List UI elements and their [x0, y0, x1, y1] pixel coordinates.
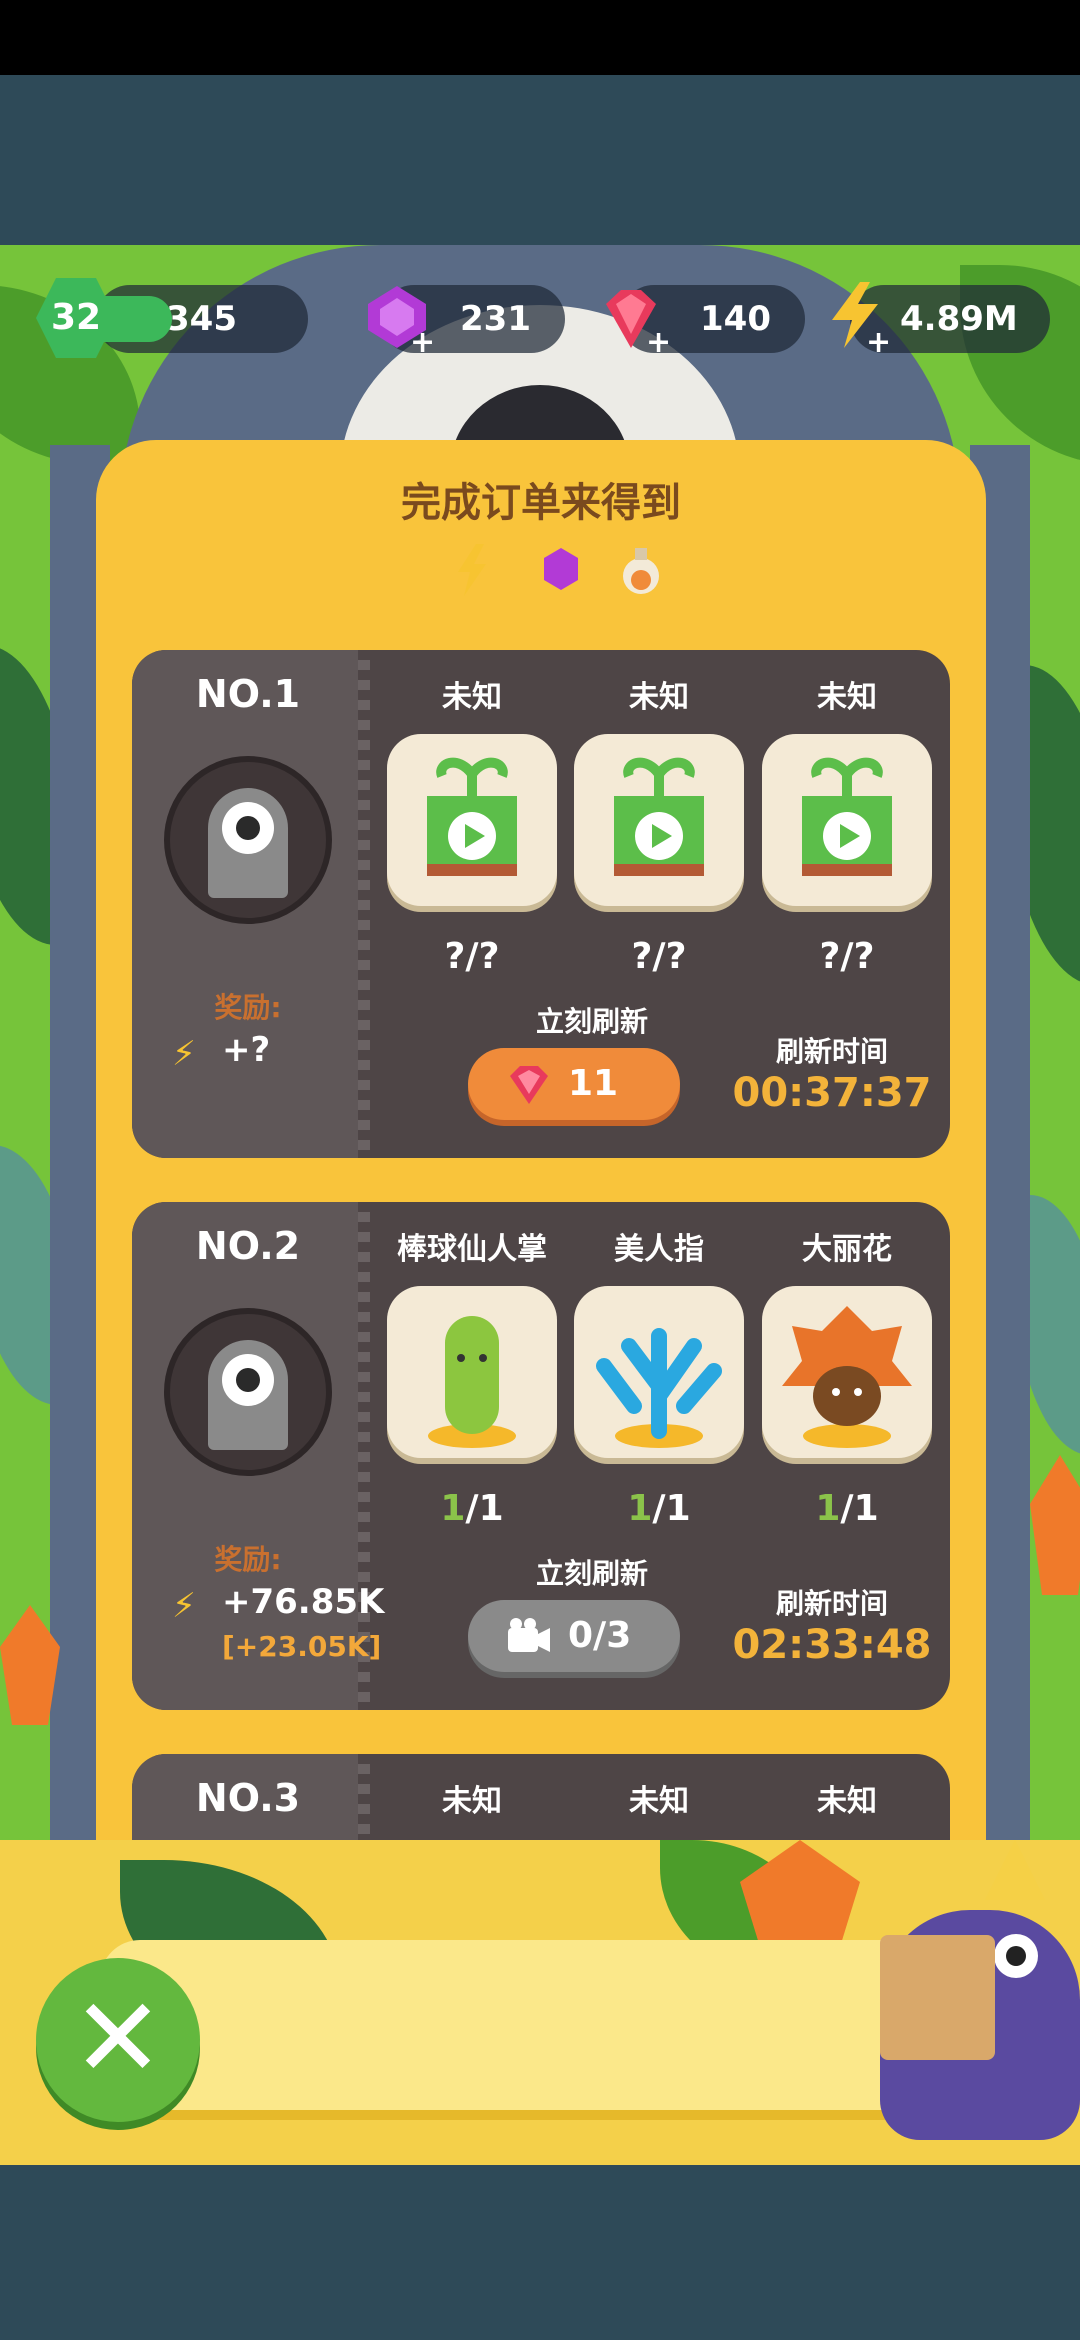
- reward-value: +76.85K: [222, 1582, 385, 1622]
- reward-type-icons: [458, 544, 659, 596]
- refresh-with-gems-button[interactable]: 11: [468, 1048, 680, 1120]
- red-gem-value: 140: [700, 299, 771, 339]
- energy-value: 4.89M: [900, 299, 1018, 339]
- bottom-bar: [100, 1940, 980, 2110]
- lightning-icon: [458, 544, 486, 596]
- lightning-icon: ⚡: [172, 1034, 196, 1074]
- ticket-perforation: [358, 650, 370, 1158]
- item-name: 未知: [817, 1784, 877, 1819]
- sprout-play-icon: [614, 757, 704, 876]
- item-name: 未知: [442, 680, 502, 715]
- status-bar: [0, 0, 1080, 75]
- reward-label: 奖励:: [214, 991, 282, 1024]
- item-name: 未知: [442, 1784, 502, 1819]
- unknown-item-slot[interactable]: [574, 734, 744, 906]
- panel-title: 完成订单来得到: [401, 480, 681, 526]
- item-count: 1/1: [815, 1488, 879, 1529]
- sprout-play-icon: [427, 757, 517, 876]
- refresh-now-label: 立刻刷新: [535, 1557, 648, 1590]
- cactus-icon: [428, 1316, 516, 1448]
- item-count: 1/1: [440, 1488, 504, 1529]
- close-button[interactable]: ✕: [36, 1958, 200, 2122]
- lightning-icon: ⚡: [172, 1586, 196, 1626]
- purple-gem-icon: [544, 548, 578, 590]
- item-slot[interactable]: [574, 1286, 744, 1458]
- refresh-with-video-button[interactable]: 0/3: [468, 1600, 680, 1672]
- order-card-2: NO.2 奖励: ⚡ +76.85K [+23.05K] 棒球仙人掌 美人指 大…: [132, 1202, 950, 1710]
- purple-gem-value: 231: [460, 299, 531, 339]
- add-red-gem-icon[interactable]: +: [646, 325, 671, 360]
- item-slot[interactable]: [762, 1286, 932, 1458]
- item-name: 未知: [629, 680, 689, 715]
- top-border: [0, 75, 1080, 245]
- coral-plant-icon: [596, 1328, 722, 1448]
- item-count: ?/?: [819, 936, 875, 977]
- item-count: 1/1: [627, 1488, 691, 1529]
- refresh-now-label: 立刻刷新: [535, 1005, 648, 1038]
- order-number: NO.1: [195, 672, 301, 716]
- customer-avatar: [164, 756, 332, 924]
- order-card-1: NO.1 奖励: ⚡ +? 未知 未知 未知 ?/? ?/? ?/? 立刻刷新 …: [132, 650, 950, 1158]
- unknown-item-slot[interactable]: [762, 734, 932, 906]
- close-icon: ✕: [71, 1974, 165, 2102]
- item-name: 美人指: [614, 1232, 704, 1267]
- bottom-border: [0, 2165, 1080, 2340]
- refresh-time-value: 02:33:48: [732, 1622, 932, 1668]
- reward-value: +?: [222, 1030, 271, 1070]
- add-purple-gem-icon[interactable]: +: [410, 325, 435, 360]
- refresh-cost: 11: [568, 1063, 619, 1104]
- xp-value: 345: [166, 299, 237, 339]
- dahlia-icon: [782, 1306, 912, 1448]
- refresh-time-label: 刷新时间: [775, 1035, 888, 1068]
- item-name: 大丽花: [802, 1232, 892, 1267]
- reward-bonus: [+23.05K]: [222, 1630, 382, 1663]
- order-number: NO.2: [195, 1224, 301, 1268]
- video-refresh-count: 0/3: [568, 1615, 632, 1656]
- sprout-play-icon: [802, 757, 892, 876]
- add-energy-icon[interactable]: +: [866, 325, 891, 360]
- delivery-box-icon: [880, 1935, 995, 2060]
- item-count: ?/?: [631, 936, 687, 977]
- refresh-time-value: 00:37:37: [732, 1070, 932, 1116]
- item-name: 未知: [817, 680, 877, 715]
- order-number: NO.3: [195, 1776, 301, 1820]
- video-camera-icon: [508, 1618, 550, 1652]
- refresh-time-label: 刷新时间: [775, 1587, 888, 1620]
- customer-avatar: [164, 1308, 332, 1476]
- reward-label: 奖励:: [214, 1543, 282, 1576]
- item-name: 棒球仙人掌: [397, 1232, 547, 1267]
- item-slot[interactable]: [387, 1286, 557, 1458]
- party-hat-icon: [985, 1840, 1045, 1900]
- unknown-item-slot[interactable]: [387, 734, 557, 906]
- item-name: 未知: [629, 1784, 689, 1819]
- red-gem-icon: [510, 1066, 548, 1104]
- item-count: ?/?: [444, 936, 500, 977]
- crystal-decoration: [1030, 1455, 1080, 1595]
- orders-panel: 完成订单来得到 NO.1 奖励: ⚡ +? 未知 未知 未知 ?/? ?/? ?…: [96, 440, 986, 1860]
